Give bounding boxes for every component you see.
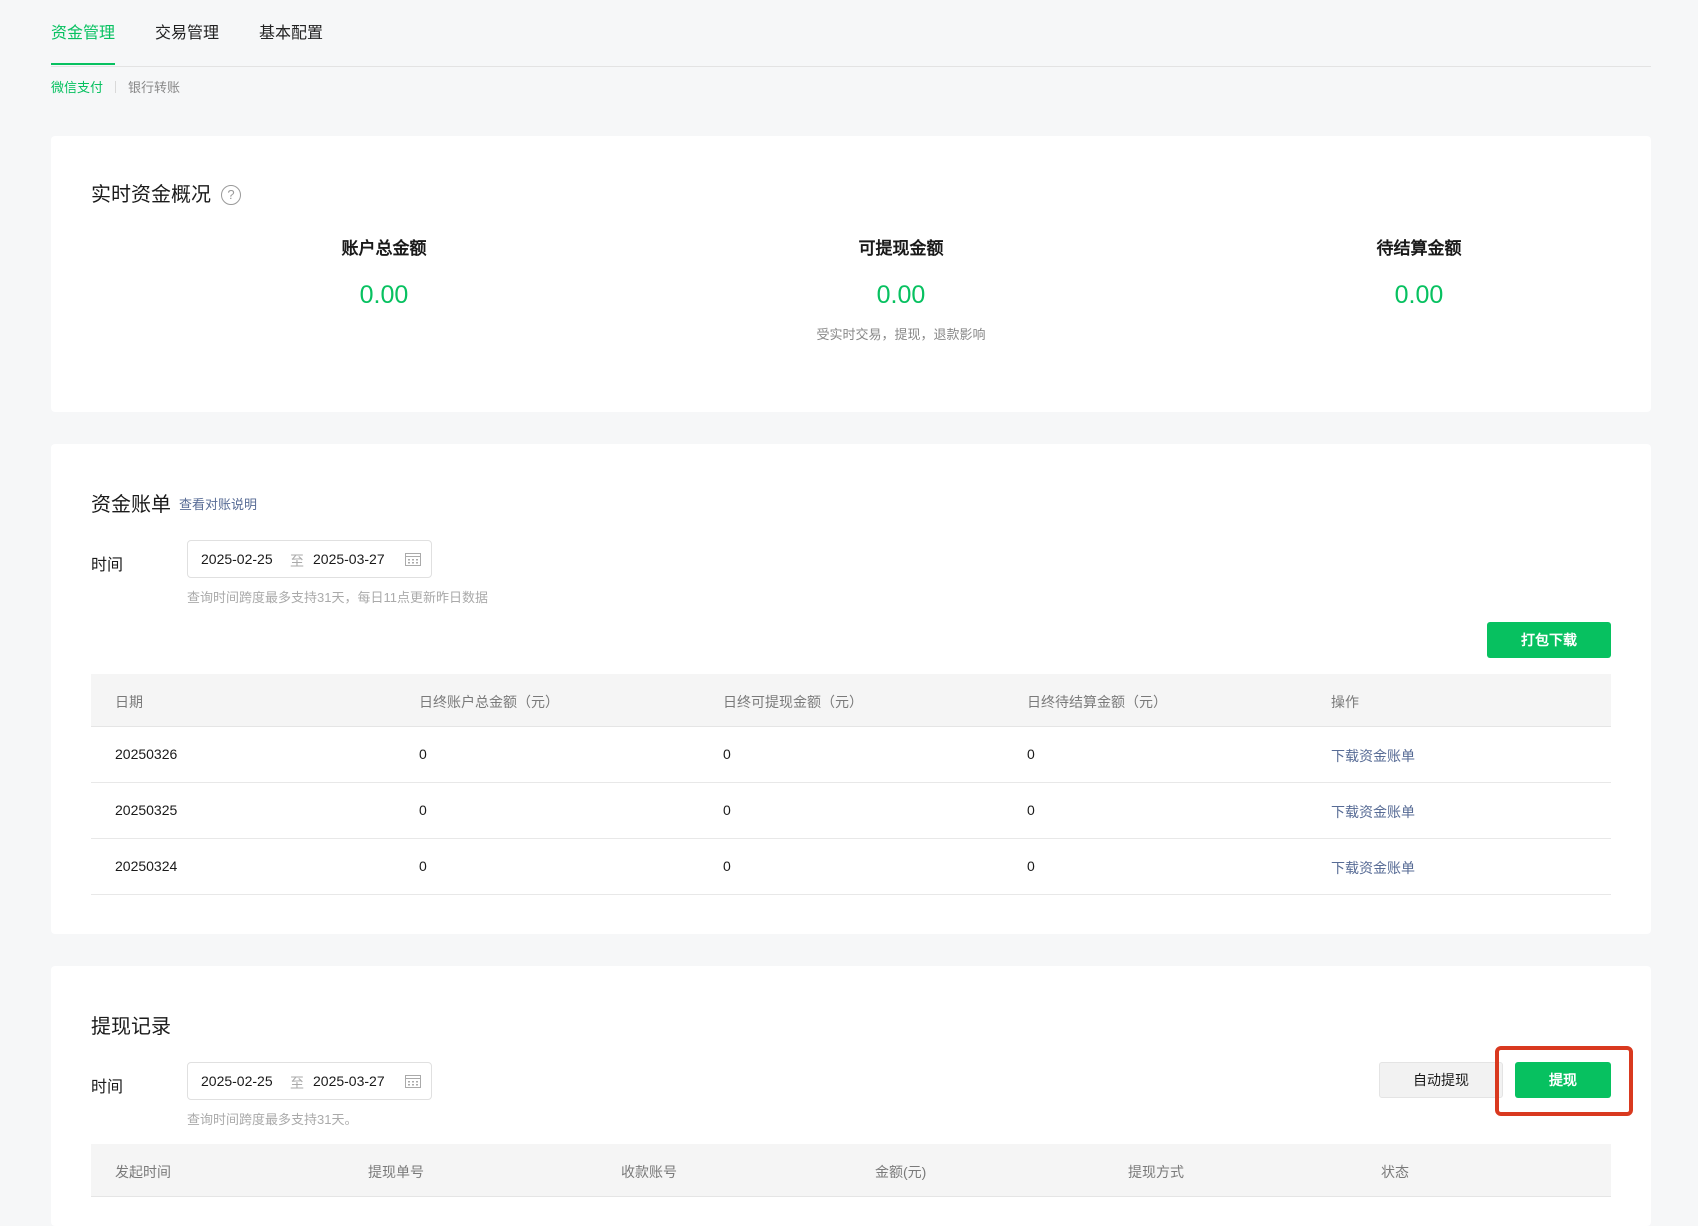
bill-card: 资金账单 查看对账说明 时间 2025-02-25 至 2025-03-27 查询… [51, 444, 1651, 934]
bill-table-header: 日期 日终账户总金额（元） 日终可提现金额（元） 日终待结算金额（元） 操作 [91, 674, 1611, 727]
overview-title-row: 实时资金概况? [91, 178, 241, 207]
withdraw-time-hint: 查询时间跨度最多支持31天。 [187, 1112, 358, 1127]
top-nav: 资金管理 交易管理 基本配置 [51, 0, 1651, 67]
col-withdraw-no: 提现单号 [368, 1164, 424, 1180]
cell-total: 0 [419, 802, 427, 818]
bill-date-end: 2025-03-27 [313, 551, 385, 567]
reconciliation-guide-link[interactable]: 查看对账说明 [179, 497, 257, 512]
stat-total-value: 0.00 [359, 281, 409, 309]
calendar-icon [405, 1075, 421, 1088]
col-receive-account: 收款账号 [621, 1164, 677, 1180]
stat-total: 账户总金额 0.00 [234, 234, 534, 310]
table-row: 20250324 0 0 0 下载资金账单 [91, 839, 1611, 895]
stat-withdrawable-note: 受实时交易，提现，退款影响 [816, 327, 986, 342]
tab-basic-config[interactable]: 基本配置 [259, 19, 323, 65]
auto-withdraw-button[interactable]: 自动提现 [1379, 1062, 1503, 1098]
withdraw-date-start: 2025-02-25 [201, 1073, 273, 1089]
cell-total: 0 [419, 746, 427, 762]
stat-pending-value: 0.00 [1394, 281, 1444, 309]
col-total: 日终账户总金额（元） [419, 694, 559, 710]
bill-date-start: 2025-02-25 [201, 551, 273, 567]
help-icon[interactable]: ? [221, 185, 241, 205]
withdraw-table-header: 发起时间 提现单号 收款账号 金额(元) 提现方式 状态 [91, 1144, 1611, 1197]
withdraw-table: 发起时间 提现单号 收款账号 金额(元) 提现方式 状态 [91, 1144, 1611, 1197]
cell-date: 20250325 [115, 802, 178, 818]
col-action: 操作 [1331, 694, 1359, 710]
stat-withdrawable-label: 可提现金额 [858, 239, 944, 258]
table-row: 20250326 0 0 0 下载资金账单 [91, 727, 1611, 783]
col-withdrawable: 日终可提现金额（元） [723, 694, 863, 710]
bill-date-range-picker[interactable]: 2025-02-25 至 2025-03-27 [187, 540, 432, 578]
withdraw-date-separator: 至 [290, 1075, 304, 1091]
sub-nav: 微信支付 银行转账 [51, 77, 180, 96]
withdraw-button[interactable]: 提现 [1515, 1062, 1611, 1098]
bill-time-label: 时间 [91, 557, 124, 574]
overview-card: 实时资金概况? 账户总金额 0.00 可提现金额 0.00 受实时交易，提现，退… [51, 136, 1651, 412]
subtab-wechat-pay[interactable]: 微信支付 [51, 80, 103, 95]
cell-pending: 0 [1027, 858, 1035, 874]
overview-title: 实时资金概况 [91, 184, 211, 206]
cell-withdrawable: 0 [723, 746, 731, 762]
col-start-time: 发起时间 [115, 1164, 171, 1180]
cell-pending: 0 [1027, 802, 1035, 818]
withdraw-time-label: 时间 [91, 1079, 124, 1096]
subtab-bank-transfer[interactable]: 银行转账 [128, 80, 180, 95]
calendar-icon [405, 553, 421, 566]
cell-date: 20250326 [115, 746, 178, 762]
table-row: 20250325 0 0 0 下载资金账单 [91, 783, 1611, 839]
download-bill-link[interactable]: 下载资金账单 [1331, 746, 1415, 766]
col-withdraw-method: 提现方式 [1128, 1164, 1184, 1180]
cell-withdrawable: 0 [723, 858, 731, 874]
cell-date: 20250324 [115, 858, 178, 874]
subnav-divider [115, 81, 117, 93]
cell-withdrawable: 0 [723, 802, 731, 818]
stat-pending-label: 待结算金额 [1376, 239, 1462, 258]
stat-withdrawable-value: 0.00 [876, 281, 926, 309]
tab-fund-management[interactable]: 资金管理 [51, 19, 116, 65]
bill-date-separator: 至 [290, 553, 304, 569]
bill-table: 日期 日终账户总金额（元） 日终可提现金额（元） 日终待结算金额（元） 操作 2… [91, 674, 1611, 895]
tab-trade-management[interactable]: 交易管理 [155, 19, 219, 65]
col-pending: 日终待结算金额（元） [1027, 694, 1167, 710]
cell-pending: 0 [1027, 746, 1035, 762]
col-status: 状态 [1381, 1164, 1409, 1180]
download-bill-link[interactable]: 下载资金账单 [1331, 858, 1415, 878]
withdraw-date-end: 2025-03-27 [313, 1073, 385, 1089]
stat-pending: 待结算金额 0.00 [1269, 234, 1569, 310]
col-amount: 金额(元) [875, 1164, 927, 1180]
bill-time-hint: 查询时间跨度最多支持31天，每日11点更新昨日数据 [187, 590, 488, 605]
download-bill-link[interactable]: 下载资金账单 [1331, 802, 1415, 822]
withdraw-date-range-picker[interactable]: 2025-02-25 至 2025-03-27 [187, 1062, 432, 1100]
stat-total-label: 账户总金额 [341, 239, 427, 258]
withdraw-card: 提现记录 时间 2025-02-25 至 2025-03-27 查询时间跨度最多… [51, 966, 1651, 1226]
bill-title: 资金账单 [91, 494, 171, 516]
col-date: 日期 [115, 694, 143, 710]
withdraw-title: 提现记录 [91, 1016, 171, 1038]
cell-total: 0 [419, 858, 427, 874]
pack-download-button[interactable]: 打包下载 [1487, 622, 1611, 658]
bill-title-row: 资金账单 查看对账说明 [91, 488, 257, 517]
stat-withdrawable: 可提现金额 0.00 受实时交易，提现，退款影响 [751, 234, 1051, 343]
